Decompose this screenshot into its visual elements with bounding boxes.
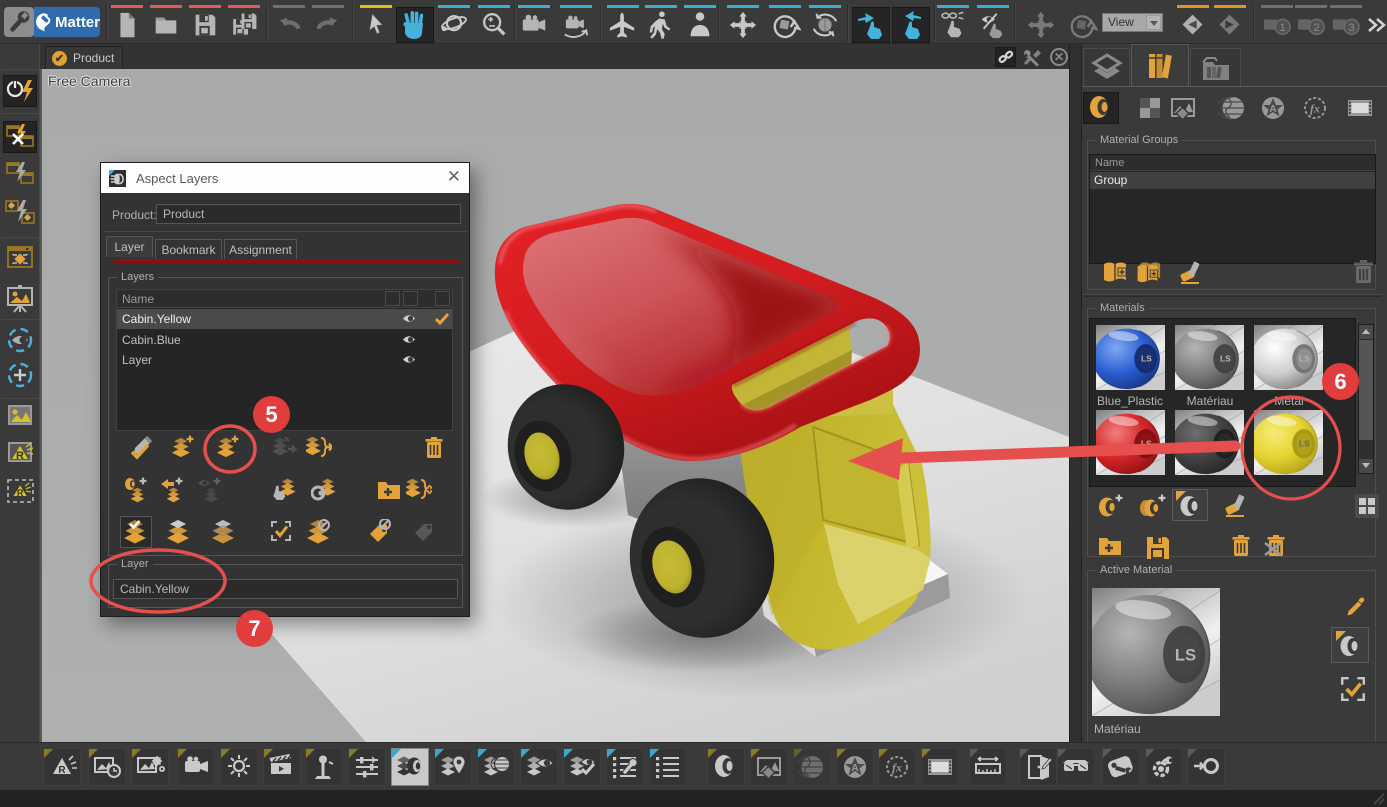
- svg-text:fx: fx: [1310, 102, 1320, 116]
- svg-text:R: R: [17, 488, 24, 498]
- svg-text:LS: LS: [1299, 439, 1310, 449]
- svg-text:fx: fx: [892, 761, 902, 775]
- svg-text:LS: LS: [1175, 645, 1196, 664]
- svg-text:A: A: [851, 763, 858, 774]
- svg-text:3: 3: [1348, 22, 1354, 34]
- svg-text:2: 2: [1313, 22, 1319, 34]
- svg-text:A: A: [1269, 104, 1276, 115]
- svg-text:1: 1: [1279, 22, 1285, 34]
- svg-text:R: R: [16, 450, 24, 462]
- svg-text:R: R: [58, 765, 66, 776]
- svg-text:LS: LS: [1220, 354, 1231, 364]
- svg-text:LS: LS: [1141, 439, 1152, 449]
- svg-text:LS: LS: [1299, 354, 1310, 364]
- svg-text:LS: LS: [1141, 354, 1152, 364]
